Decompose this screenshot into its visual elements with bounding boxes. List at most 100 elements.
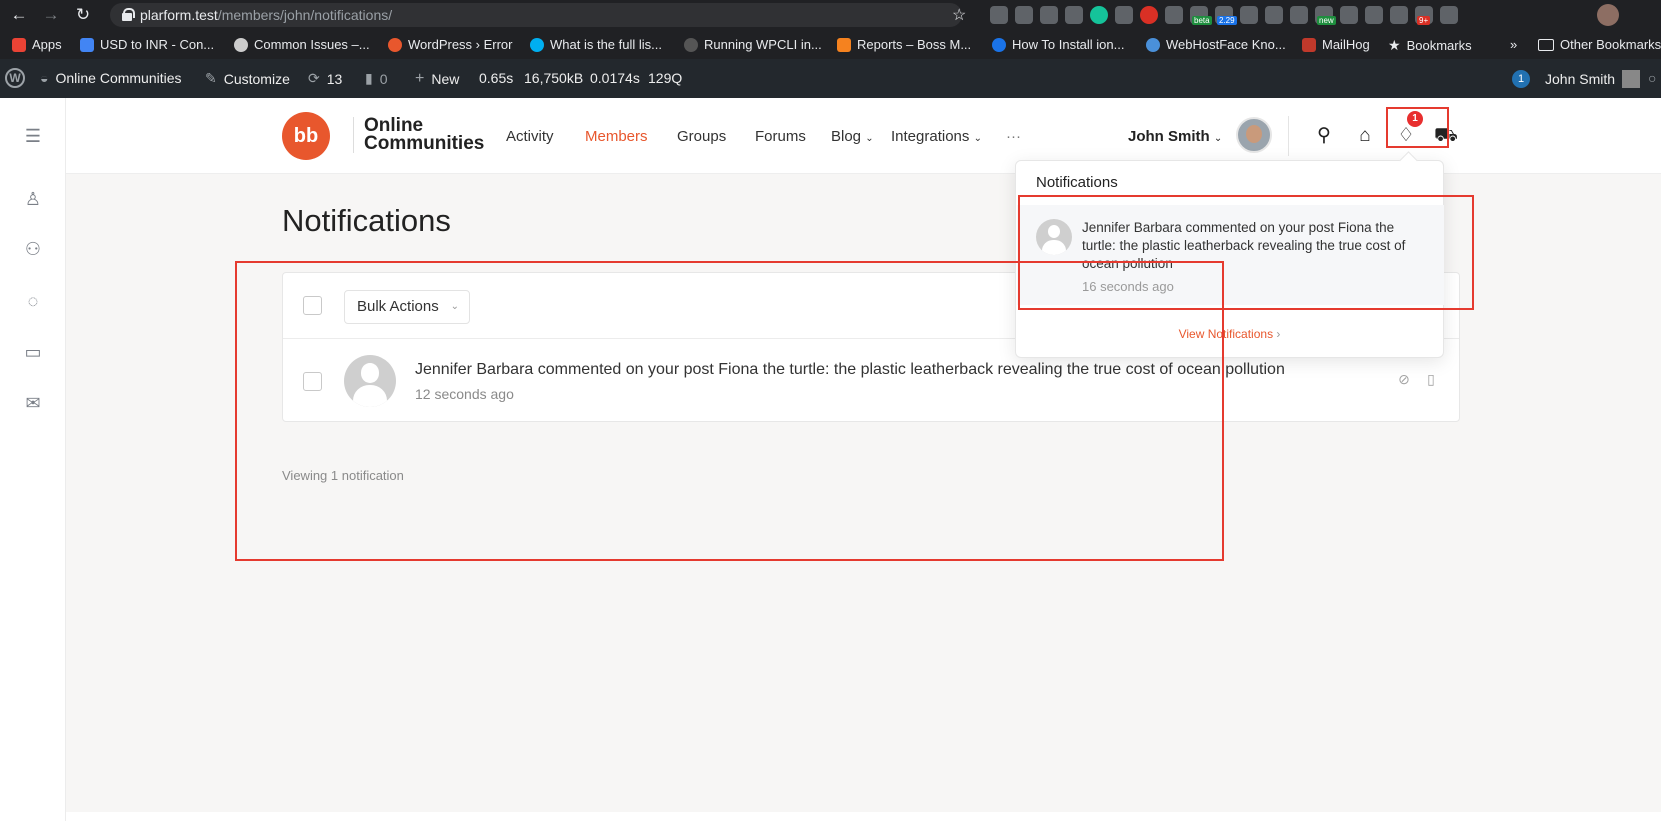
trash-icon[interactable]: ▯ — [1423, 371, 1439, 387]
page-title: Notifications — [282, 203, 451, 238]
menu-toggle-icon[interactable]: ☰ — [22, 125, 44, 147]
bookmarks-overflow[interactable]: » — [1510, 37, 1517, 52]
bookmark-item[interactable]: What is the full lis... — [530, 37, 662, 52]
header-user-avatar[interactable] — [1236, 117, 1272, 153]
courses-icon[interactable]: ▭ — [22, 341, 44, 363]
wp-perf-queries[interactable]: 129Q — [648, 70, 682, 86]
grammarly-icon[interactable] — [1090, 6, 1108, 24]
bookmark-star-icon[interactable]: ☆ — [952, 5, 966, 25]
wp-perf-time[interactable]: 0.65s — [479, 70, 513, 86]
nav-integrations[interactable]: Integrations ⌄ — [891, 128, 982, 145]
extension-icon[interactable] — [1340, 6, 1358, 24]
extension-icon[interactable] — [1015, 6, 1033, 24]
mark-read-icon[interactable]: ⊘ — [1396, 371, 1412, 387]
bookmark-other[interactable]: Other Bookmarks — [1538, 37, 1661, 52]
bookmark-item[interactable]: Running WPCLI in... — [684, 37, 822, 52]
bookmark-item[interactable]: How To Install ion... — [992, 37, 1124, 52]
bookmark-item[interactable]: WebHostFace Kno... — [1146, 37, 1286, 52]
search-icon[interactable]: ⚲ — [1312, 124, 1336, 148]
wordpress-icon — [234, 37, 248, 52]
bookmark-item[interactable]: Reports – Boss M... — [837, 37, 971, 52]
nav-blog[interactable]: Blog ⌄ — [831, 128, 874, 145]
select-all-checkbox[interactable] — [303, 296, 322, 315]
bookmark-favicon-icon — [837, 37, 851, 52]
dropdown-notification-item[interactable]: Jennifer Barbara commented on your post … — [1017, 205, 1444, 305]
wp-updates[interactable]: ⟳ 13 — [308, 70, 342, 87]
wp-site-name[interactable]: ◒ Online Communities — [40, 70, 182, 86]
adblock-icon[interactable] — [1115, 6, 1133, 24]
cart-icon[interactable]: ⛟ — [1434, 124, 1458, 148]
bookmark-item[interactable]: ★ Bookmarks — [1388, 37, 1472, 54]
nav-forums[interactable]: Forums — [755, 128, 806, 145]
extension-icon[interactable] — [1390, 6, 1408, 24]
bookmark-apps[interactable]: Apps — [12, 37, 62, 52]
dashboard-icon: ◒ — [40, 70, 49, 86]
members-icon[interactable]: ⚇ — [22, 238, 44, 260]
row-checkbox[interactable] — [303, 372, 322, 391]
site-logo-text[interactable]: Online Communities — [353, 116, 484, 153]
bookmark-item[interactable]: MailHog — [1302, 37, 1370, 52]
extension-icon[interactable] — [990, 6, 1008, 24]
nav-groups[interactable]: Groups — [677, 128, 726, 145]
back-icon[interactable]: ← — [8, 4, 30, 26]
extension-icon[interactable]: new — [1315, 6, 1336, 25]
bulk-actions-select[interactable]: Bulk Actions ⌄ — [344, 290, 470, 324]
notification-text[interactable]: Jennifer Barbara commented on your post … — [415, 361, 1285, 379]
bookmark-favicon-icon — [80, 37, 94, 52]
extension-icon[interactable]: 9+ — [1415, 6, 1433, 25]
browser-profile-avatar[interactable] — [1597, 4, 1619, 26]
wp-perf-memory[interactable]: 16,750kB — [524, 70, 583, 86]
address-bar[interactable]: plarform.test/members/john/notifications… — [110, 3, 962, 27]
wp-notification-count: 1 — [1512, 70, 1530, 88]
brush-icon: ✎ — [205, 70, 217, 86]
bookmark-item[interactable]: WordPress › Error — [388, 37, 513, 52]
wp-perf-query-time[interactable]: 0.0174s — [590, 70, 640, 86]
github-icon — [684, 37, 698, 52]
bookmark-item[interactable]: USD to INR - Con... — [80, 37, 214, 52]
messages-icon[interactable]: ✉ — [22, 392, 44, 414]
bookmark-item[interactable]: Common Issues –... — [234, 37, 370, 52]
bookmark-favicon-icon — [992, 37, 1006, 52]
bookmarks-bar: Apps USD to INR - Con... Common Issues –… — [0, 31, 1661, 59]
apps-grid-icon — [12, 37, 26, 52]
reload-icon[interactable]: ↻ — [72, 4, 94, 26]
chevron-down-icon: ⌄ — [450, 301, 459, 312]
nav-members[interactable]: Members — [585, 128, 648, 145]
nav-activity[interactable]: Activity — [506, 128, 554, 145]
wp-user-account[interactable]: 1 John Smith — [1512, 70, 1641, 88]
updates-icon: ⟳ — [308, 70, 320, 86]
forward-icon[interactable]: → — [40, 4, 62, 26]
extension-icon[interactable] — [1365, 6, 1383, 24]
dropdown-title: Notifications — [1036, 174, 1118, 191]
left-sidebar: ☰ ♙ ⚇ ◌ ▭ ✉ — [0, 98, 66, 821]
nav-more[interactable]: ··· — [1006, 128, 1021, 145]
extension-icon[interactable]: beta — [1190, 6, 1212, 25]
inbox-icon[interactable]: ⌂ — [1353, 124, 1377, 148]
extension-icon[interactable] — [1065, 6, 1083, 24]
avatar[interactable] — [344, 355, 396, 407]
site-logo-icon[interactable]: bb — [282, 112, 330, 160]
profile-icon[interactable]: ♙ — [22, 188, 44, 210]
lock-icon — [122, 8, 135, 21]
forums-icon[interactable]: ◌ — [22, 290, 44, 312]
browser-chrome: ← → ↻ plarform.test/members/john/notific… — [0, 0, 1661, 59]
extension-icon[interactable] — [1140, 6, 1158, 24]
header-user-menu[interactable]: John Smith ⌄ — [1128, 128, 1222, 145]
extension-icon[interactable] — [1265, 6, 1283, 24]
wp-comments[interactable]: ▮ 0 — [365, 70, 388, 87]
dropdown-notification-time: 16 seconds ago — [1082, 279, 1174, 294]
extension-icon[interactable]: 2.29 — [1215, 6, 1237, 25]
extension-icon[interactable] — [1240, 6, 1258, 24]
notifications-dropdown: Notifications Jennifer Barbara commented… — [1015, 160, 1444, 358]
wordpress-logo-icon[interactable]: W — [5, 68, 25, 88]
wp-customize[interactable]: ✎ Customize — [205, 70, 290, 87]
footer-band — [66, 812, 1661, 821]
wp-new[interactable]: + New — [415, 70, 459, 88]
extension-icon[interactable] — [1440, 6, 1458, 24]
bell-icon[interactable]: ♢ — [1394, 124, 1418, 148]
wp-search-icon[interactable]: ○ — [1648, 70, 1656, 86]
extension-icon[interactable] — [1040, 6, 1058, 24]
view-notifications-link[interactable]: View Notifications › — [1016, 327, 1443, 341]
shield-icon[interactable] — [1165, 6, 1183, 24]
extension-icon[interactable] — [1290, 6, 1308, 24]
